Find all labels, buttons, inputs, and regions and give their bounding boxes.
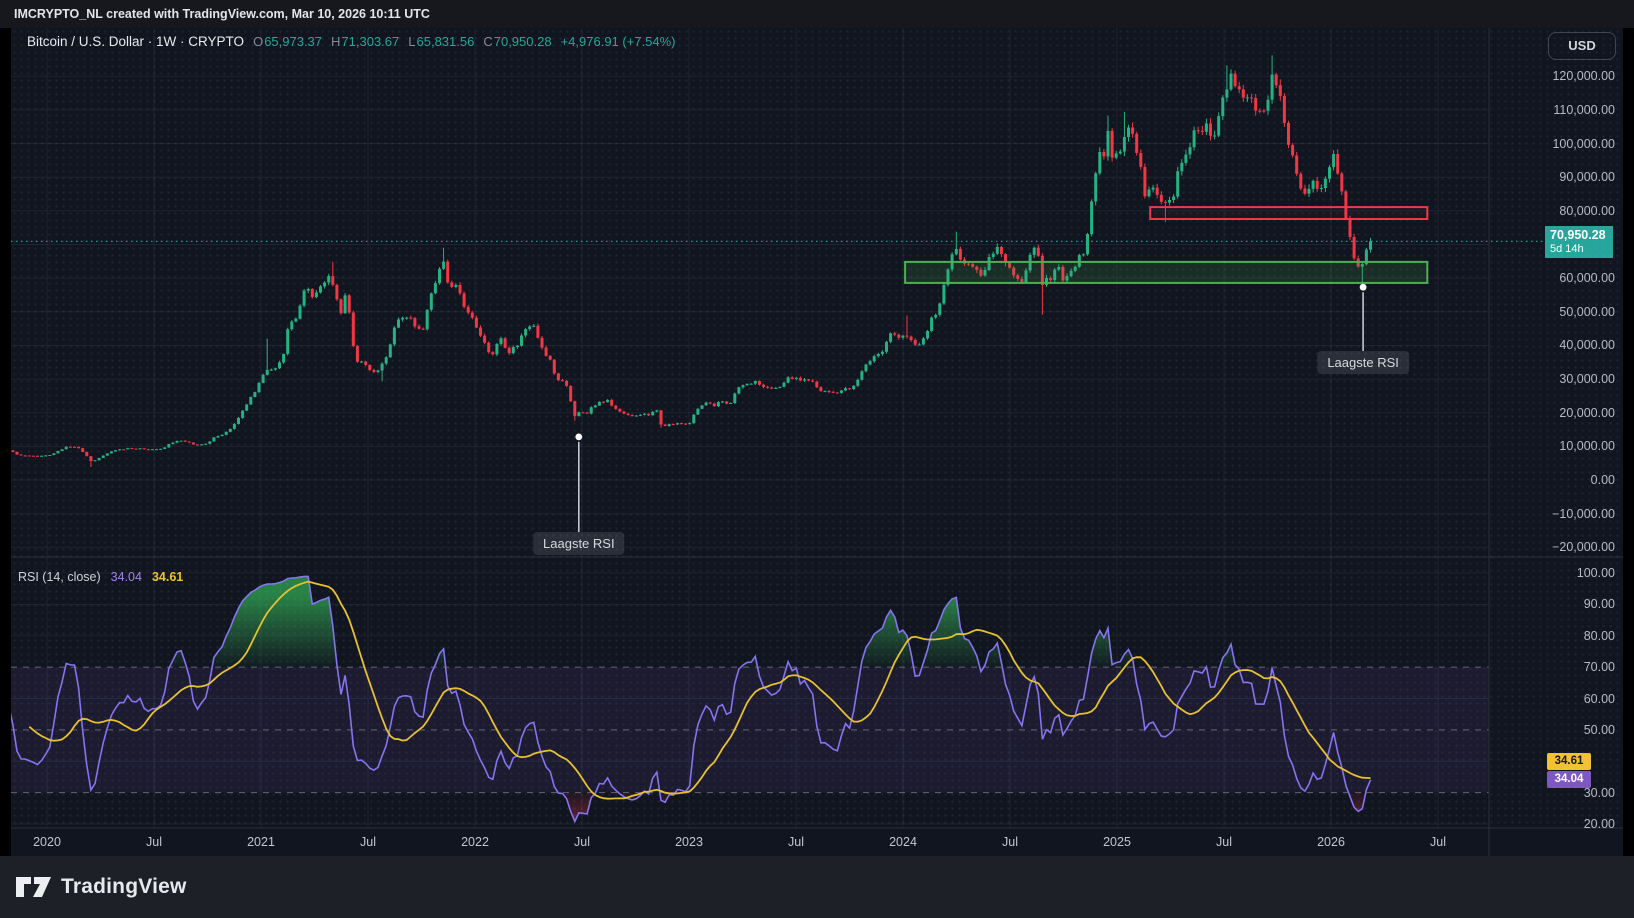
open-value: 65,973.37: [264, 34, 323, 49]
price-axis-label: 100,000.00: [1552, 136, 1615, 151]
high-value: 71,303.67: [341, 34, 400, 49]
price-axis-label: 110,000.00: [1553, 102, 1615, 117]
ohlc-close: C70,950.28: [483, 34, 551, 49]
watermark-text: IMCRYPTO_NL created with TradingView.com…: [14, 7, 430, 21]
bar-countdown: 5d 14h: [1550, 243, 1584, 255]
price-axis-label: 20,000.00: [1559, 405, 1615, 420]
watermark-bar: IMCRYPTO_NL created with TradingView.com…: [0, 0, 1634, 28]
candlestick-rsi-canvas[interactable]: [0, 0, 1634, 918]
close-value: 70,950.28: [493, 34, 552, 49]
support-zone[interactable]: [904, 260, 1429, 284]
open-label: O: [253, 34, 264, 49]
rsi-axis-label: 50.00: [1583, 722, 1615, 737]
time-axis-label: Jul: [1216, 835, 1232, 849]
time-axis-label: 2024: [889, 835, 917, 849]
price-axis-label: −20,000.00: [1552, 540, 1615, 555]
time-axis-label: Jul: [1002, 835, 1018, 849]
high-label: H: [331, 34, 341, 49]
annotation-label-laagste-rsi-1[interactable]: Laagste RSI: [533, 532, 625, 555]
time-axis-label: 2026: [1317, 835, 1345, 849]
time-axis-label: 2021: [247, 835, 275, 849]
last-price-value: 70,950.28: [1550, 228, 1606, 242]
resistance-zone[interactable]: [1149, 206, 1429, 221]
rsi-ma-badge: 34.61: [1547, 753, 1591, 770]
time-axis-label: Jul: [146, 835, 162, 849]
tradingview-chart-screenshot: IMCRYPTO_NL created with TradingView.com…: [0, 0, 1634, 918]
rsi-legend: RSI (14, close) 34.04 34.61: [18, 570, 183, 584]
annotation-label-laagste-rsi-2[interactable]: Laagste RSI: [1317, 351, 1409, 374]
price-axis-label: 50,000.00: [1559, 304, 1615, 319]
ohlc-open: O65,973.37: [253, 34, 322, 49]
tradingview-logo-icon[interactable]: [16, 874, 52, 900]
currency-toggle-button[interactable]: USD: [1548, 32, 1616, 60]
price-axis-label: 10,000.00: [1559, 439, 1615, 454]
price-axis-label: −10,000.00: [1552, 506, 1615, 521]
footer-bar: TradingView: [0, 856, 1634, 918]
rsi-value: 34.04: [110, 570, 142, 584]
rsi-title[interactable]: RSI (14, close): [18, 570, 101, 584]
rsi-axis-label: 60.00: [1583, 691, 1615, 706]
price-axis-label: 120,000.00: [1552, 69, 1615, 84]
ohlc-high: H71,303.67: [331, 34, 399, 49]
price-axis-label: 0.00: [1590, 473, 1615, 487]
rsi-axis-label: 80.00: [1583, 628, 1615, 643]
time-axis-label: 2022: [461, 835, 489, 849]
time-axis-label: 2023: [675, 835, 703, 849]
time-axis-label: Jul: [788, 835, 804, 849]
price-axis-label: 80,000.00: [1559, 203, 1615, 218]
time-axis-label: Jul: [574, 835, 590, 849]
rsi-axis-label: 30.00: [1583, 785, 1615, 800]
low-label: L: [408, 34, 416, 49]
rsi-axis-label: 20.00: [1583, 817, 1615, 831]
rsi-ma-value: 34.61: [151, 570, 184, 584]
price-axis-label: 30,000.00: [1559, 372, 1615, 387]
time-axis-label: 2025: [1103, 835, 1131, 849]
price-axis-label: 60,000.00: [1559, 271, 1615, 286]
low-value: 65,831.56: [416, 34, 475, 49]
time-axis-label: Jul: [1430, 835, 1446, 849]
price-change: +4,976.91 (+7.54%): [560, 34, 676, 49]
close-label: C: [483, 34, 493, 49]
symbol-legend: Bitcoin / U.S. Dollar · 1W · CRYPTO O65,…: [27, 34, 676, 49]
rsi-axis-label: 100.00: [1576, 566, 1615, 580]
tradingview-brand[interactable]: TradingView: [61, 875, 187, 899]
price-axis-label: 40,000.00: [1559, 338, 1615, 353]
time-axis-label: Jul: [360, 835, 376, 849]
ohlc-low: L65,831.56: [408, 34, 474, 49]
time-axis-label: 2020: [33, 835, 61, 849]
rsi-axis-label: 90.00: [1583, 597, 1615, 612]
rsi-axis-label: 70.00: [1583, 660, 1615, 675]
last-price-badge: 70,950.28 5d 14h: [1545, 226, 1613, 258]
symbol-title[interactable]: Bitcoin / U.S. Dollar · 1W · CRYPTO: [27, 34, 244, 49]
price-axis-label: 90,000.00: [1559, 170, 1615, 185]
